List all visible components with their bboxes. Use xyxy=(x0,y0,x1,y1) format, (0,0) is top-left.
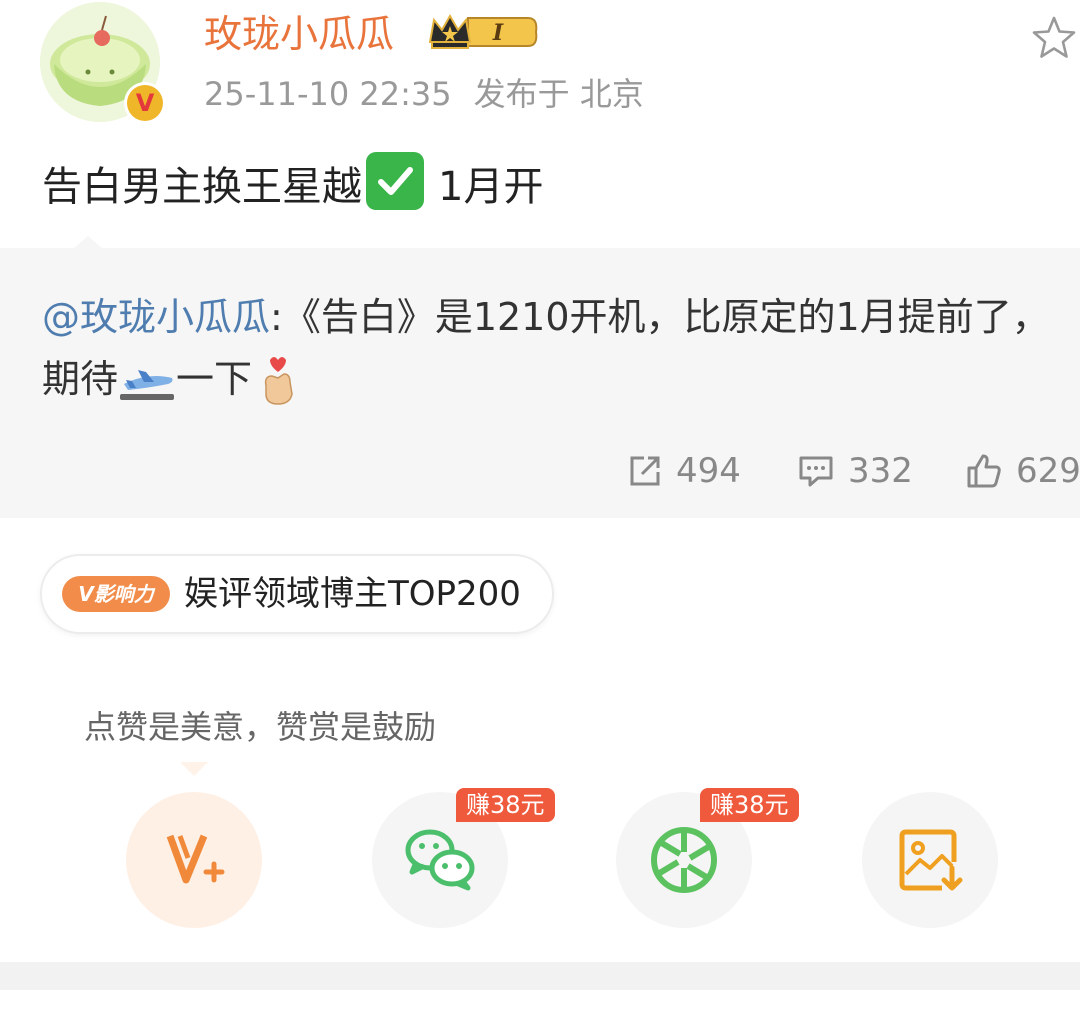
like-stat[interactable]: 629 xyxy=(966,448,1080,494)
influence-badge: V影响力 xyxy=(62,576,170,612)
post-location: 发布于 北京 xyxy=(473,75,644,113)
influence-label: 娱评领域博主TOP200 xyxy=(184,574,521,614)
like-icon xyxy=(967,454,1001,488)
reward-button[interactable] xyxy=(126,792,262,928)
save-image-button[interactable] xyxy=(862,792,998,928)
plane-icon xyxy=(118,360,176,404)
username[interactable]: 玫珑小瓜瓜 xyxy=(204,8,394,60)
level-text: I xyxy=(492,20,504,46)
repost-text: @玫珑小瓜瓜:《告白》是1210开机，比原定的1月提前了，期待 一下 xyxy=(42,286,1062,410)
earn-badge-moments: 赚38元 xyxy=(700,788,799,822)
post-text: 告白男主换王星越 1月开 xyxy=(42,152,543,217)
comment-stat[interactable]: 332 xyxy=(798,448,913,494)
like-count: 629 xyxy=(1016,451,1080,491)
hand-heart-icon xyxy=(256,350,300,406)
comment-count: 332 xyxy=(848,451,913,491)
post-body: 告白男主换王星越 xyxy=(42,164,362,210)
star-icon xyxy=(1032,16,1076,58)
save-image-icon xyxy=(899,829,963,891)
repost-count: 494 xyxy=(676,451,741,491)
repost-icon xyxy=(630,456,660,486)
bottom-divider xyxy=(0,962,1080,990)
moments-icon xyxy=(651,827,717,893)
influence-chip[interactable]: V影响力 娱评领域博主TOP200 xyxy=(40,554,554,634)
post-time: 25-11-10 22:35 xyxy=(204,75,452,113)
check-icon xyxy=(366,152,424,210)
comment-icon xyxy=(799,456,833,487)
favorite-button[interactable] xyxy=(1030,14,1078,62)
reward-tip: 点赞是美意，赞赏是鼓励 xyxy=(84,708,437,746)
member-level-badge[interactable]: I xyxy=(428,12,540,52)
v-plus-icon xyxy=(166,834,225,884)
post-suffix: 1月开 xyxy=(438,164,544,210)
crown-icon xyxy=(428,13,472,49)
repost-mention[interactable]: @玫珑小瓜瓜 xyxy=(42,295,270,339)
tip-caret xyxy=(180,762,208,776)
verified-badge: V xyxy=(124,82,166,124)
wechat-icon xyxy=(405,829,475,891)
verified-mark: V xyxy=(127,85,163,121)
earn-badge-wechat: 赚38元 xyxy=(456,788,555,822)
post-meta: 25-11-10 22:35 发布于 北京 xyxy=(204,72,644,116)
repost-body-2: 一下 xyxy=(176,357,253,401)
repost-stat[interactable]: 494 xyxy=(628,448,741,494)
